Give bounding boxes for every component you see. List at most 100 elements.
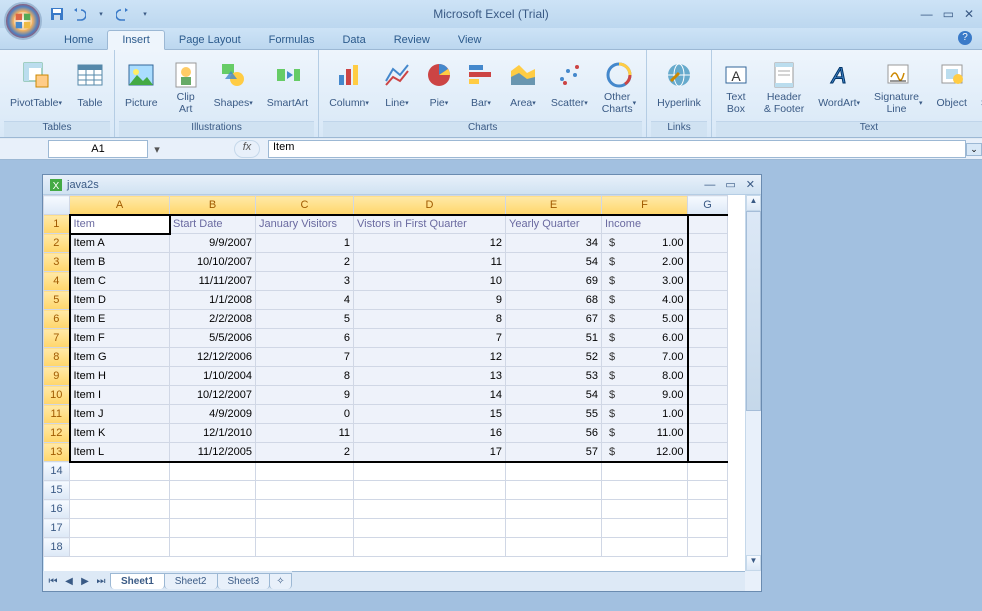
col-header-F[interactable]: F	[602, 196, 688, 215]
smartart-button[interactable]: SmartArt	[261, 56, 314, 118]
cell-D15[interactable]	[354, 481, 506, 500]
wb-minimize-button[interactable]: —	[704, 179, 715, 191]
cell-D2[interactable]: 12	[354, 234, 506, 253]
cell-A10[interactable]: Item I	[70, 386, 170, 405]
col-header-B[interactable]: B	[170, 196, 256, 215]
fx-button[interactable]: fx	[234, 140, 260, 158]
row-header-12[interactable]: 12	[44, 424, 70, 443]
sheet-tab-3[interactable]: Sheet3	[217, 573, 271, 589]
cell-G2[interactable]	[688, 234, 728, 253]
restore-button[interactable]: ▭	[943, 7, 954, 21]
formula-input[interactable]: Item	[268, 140, 966, 158]
cell-E1[interactable]: Yearly Quarter	[506, 215, 602, 234]
cell-G7[interactable]	[688, 329, 728, 348]
row-header-6[interactable]: 6	[44, 310, 70, 329]
cell-B14[interactable]	[170, 462, 256, 481]
cell-D5[interactable]: 9	[354, 291, 506, 310]
cell-B9[interactable]: 1/10/2004	[170, 367, 256, 386]
cell-D4[interactable]: 10	[354, 272, 506, 291]
cell-G16[interactable]	[688, 500, 728, 519]
cell-B15[interactable]	[170, 481, 256, 500]
row-header-3[interactable]: 3	[44, 253, 70, 272]
cell-E11[interactable]: 55	[506, 405, 602, 424]
tab-view[interactable]: View	[444, 31, 496, 49]
object-button[interactable]: Object	[931, 56, 973, 118]
clipart-button[interactable]: Clip Art	[166, 56, 206, 118]
cell-D8[interactable]: 12	[354, 348, 506, 367]
cell-A16[interactable]	[70, 500, 170, 519]
minimize-button[interactable]: —	[921, 7, 933, 21]
undo-dropdown[interactable]: ▾	[92, 5, 110, 23]
cell-E18[interactable]	[506, 538, 602, 557]
cell-B11[interactable]: 4/9/2009	[170, 405, 256, 424]
cell-D12[interactable]: 16	[354, 424, 506, 443]
table-button[interactable]: Table	[70, 56, 110, 118]
cell-F3[interactable]: 2.00	[602, 253, 688, 272]
sheet-nav-first[interactable]: ⏮	[45, 576, 61, 587]
row-header-4[interactable]: 4	[44, 272, 70, 291]
cell-G6[interactable]	[688, 310, 728, 329]
tab-home[interactable]: Home	[50, 31, 107, 49]
cell-C3[interactable]: 2	[256, 253, 354, 272]
header-footer-button[interactable]: Header & Footer	[758, 56, 810, 118]
cell-F13[interactable]: 12.00	[602, 443, 688, 462]
cell-F15[interactable]	[602, 481, 688, 500]
tab-insert[interactable]: Insert	[107, 30, 165, 50]
row-header-5[interactable]: 5	[44, 291, 70, 310]
cell-D16[interactable]	[354, 500, 506, 519]
hyperlink-button[interactable]: Hyperlink	[651, 56, 707, 118]
cell-D7[interactable]: 7	[354, 329, 506, 348]
redo-button[interactable]	[114, 5, 132, 23]
cell-A2[interactable]: Item A	[70, 234, 170, 253]
wordart-button[interactable]: AWordArt▾	[812, 56, 866, 118]
save-button[interactable]	[48, 5, 66, 23]
signature-line-button[interactable]: Signature Line▾	[868, 56, 928, 118]
help-button[interactable]: ?	[958, 31, 972, 45]
cell-E16[interactable]	[506, 500, 602, 519]
cell-G18[interactable]	[688, 538, 728, 557]
col-header-E[interactable]: E	[506, 196, 602, 215]
cell-F9[interactable]: 8.00	[602, 367, 688, 386]
row-header-2[interactable]: 2	[44, 234, 70, 253]
row-header-13[interactable]: 13	[44, 443, 70, 462]
cell-A6[interactable]: Item E	[70, 310, 170, 329]
scatter-chart-button[interactable]: Scatter▾	[545, 56, 594, 118]
wb-maximize-button[interactable]: ▭	[725, 178, 735, 191]
cell-F1[interactable]: Income	[602, 215, 688, 234]
cell-B10[interactable]: 10/12/2007	[170, 386, 256, 405]
scroll-up-button[interactable]: ▲	[746, 195, 761, 211]
name-box-dropdown[interactable]: ▾	[148, 143, 166, 156]
cell-C8[interactable]: 7	[256, 348, 354, 367]
cell-E17[interactable]	[506, 519, 602, 538]
cell-A4[interactable]: Item C	[70, 272, 170, 291]
col-header-G[interactable]: G	[688, 196, 728, 215]
cell-G12[interactable]	[688, 424, 728, 443]
close-button[interactable]: ✕	[964, 7, 974, 21]
sheet-nav-last[interactable]: ⏭	[93, 576, 109, 587]
sheet-nav-prev[interactable]: ◀	[61, 576, 77, 587]
undo-button[interactable]	[70, 5, 88, 23]
cell-D10[interactable]: 14	[354, 386, 506, 405]
cell-D1[interactable]: Vistors in First Quarter	[354, 215, 506, 234]
tab-data[interactable]: Data	[328, 31, 379, 49]
cell-G1[interactable]	[688, 215, 728, 234]
cell-E7[interactable]: 51	[506, 329, 602, 348]
worksheet-grid[interactable]: ABCDEFG1ItemStart DateJanuary VisitorsVi…	[43, 195, 745, 571]
cell-B5[interactable]: 1/1/2008	[170, 291, 256, 310]
cell-E9[interactable]: 53	[506, 367, 602, 386]
cell-C5[interactable]: 4	[256, 291, 354, 310]
col-header-A[interactable]: A	[70, 196, 170, 215]
other-charts-button[interactable]: Other Charts▾	[596, 56, 642, 118]
sheet-tab-2[interactable]: Sheet2	[164, 573, 218, 589]
cell-F16[interactable]	[602, 500, 688, 519]
cell-E8[interactable]: 52	[506, 348, 602, 367]
cell-G17[interactable]	[688, 519, 728, 538]
cell-D14[interactable]	[354, 462, 506, 481]
bar-chart-button[interactable]: Bar▾	[461, 56, 501, 118]
cell-D6[interactable]: 8	[354, 310, 506, 329]
cell-B18[interactable]	[170, 538, 256, 557]
line-chart-button[interactable]: Line▾	[377, 56, 417, 118]
scroll-down-button[interactable]: ▼	[746, 555, 761, 571]
row-header-17[interactable]: 17	[44, 519, 70, 538]
cell-A8[interactable]: Item G	[70, 348, 170, 367]
